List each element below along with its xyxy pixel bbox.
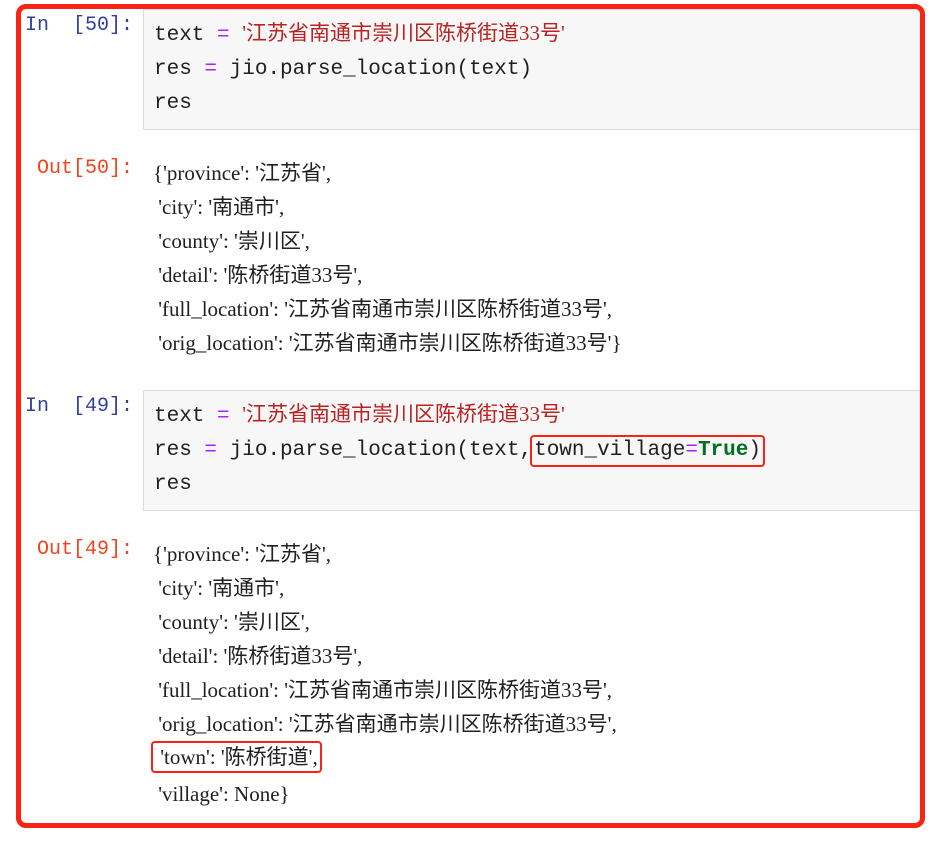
code-token: = — [217, 405, 243, 428]
code-token: jio.parse_location(text, — [229, 439, 533, 462]
code-token: ) — [748, 439, 761, 462]
notebook-cell-out-49: Out[49]: {'province': '江苏省', 'city': '南通… — [21, 533, 920, 815]
highlight-box-town-result: 'town': '陈桥街道', — [151, 741, 322, 773]
code-token: town_village — [534, 439, 686, 462]
prompt-out-50: Out[50]: — [36, 157, 133, 180]
code-line: res — [154, 468, 920, 502]
code-line: text = '江苏省南通市崇川区陈桥街道33号' — [154, 16, 920, 53]
code-token: res — [154, 473, 192, 496]
code-line: res — [154, 87, 920, 121]
notebook-annotation-frame: In [50]: text = '江苏省南通市崇川区陈桥街道33号' res =… — [16, 4, 925, 828]
code-token: res — [154, 58, 205, 81]
cell-spacer — [21, 130, 920, 152]
output-line: 'county': '崇川区', — [153, 610, 310, 634]
output-line: 'orig_location': '江苏省南通市崇川区陈桥街道33号'} — [153, 331, 622, 355]
output-line: 'orig_location': '江苏省南通市崇川区陈桥街道33号', — [153, 712, 617, 736]
code-token: = — [204, 439, 230, 462]
code-token: '江苏省南通市崇川区陈桥街道33号' — [242, 402, 565, 426]
prompt-in-49: In [49]: — [24, 395, 133, 418]
output-text-out-49: {'province': '江苏省', 'city': '南通市', 'coun… — [143, 533, 920, 815]
output-text-out-50: {'province': '江苏省', 'city': '南通市', 'coun… — [143, 152, 920, 364]
output-line: 'city': '南通市', — [153, 576, 285, 600]
cell-spacer — [21, 364, 920, 390]
code-token: res — [154, 439, 205, 462]
code-token: text — [154, 405, 218, 428]
notebook-cell-in-50[interactable]: In [50]: text = '江苏省南通市崇川区陈桥街道33号' res =… — [21, 9, 920, 130]
prompt-out-49: Out[49]: — [36, 538, 133, 561]
notebook-cell-in-49[interactable]: In [49]: text = '江苏省南通市崇川区陈桥街道33号' res =… — [21, 390, 920, 511]
code-token: jio.parse_location(text) — [229, 58, 533, 81]
code-line: res = jio.parse_location(text) — [154, 53, 920, 87]
output-line: 'detail': '陈桥街道33号', — [153, 644, 363, 668]
cell-spacer — [21, 511, 920, 533]
code-line: res = jio.parse_location(text,town_villa… — [154, 434, 920, 468]
output-line: 'village': None} — [153, 782, 290, 806]
output-line: 'city': '南通市', — [153, 195, 285, 219]
code-editor-in-50[interactable]: text = '江苏省南通市崇川区陈桥街道33号' res = jio.pars… — [143, 9, 920, 130]
notebook-cell-out-50: Out[50]: {'province': '江苏省', 'city': '南通… — [21, 152, 920, 364]
output-line: 'detail': '陈桥街道33号', — [153, 263, 363, 287]
output-line: 'county': '崇川区', — [153, 229, 310, 253]
output-line: {'province': '江苏省', — [153, 542, 332, 566]
code-token: = — [204, 58, 230, 81]
code-token: = — [685, 439, 698, 462]
output-line: {'province': '江苏省', — [153, 161, 332, 185]
code-token: True — [697, 439, 749, 462]
output-line: 'full_location': '江苏省南通市崇川区陈桥街道33号', — [153, 297, 613, 321]
code-token: res — [154, 92, 192, 115]
code-token: = — [217, 24, 243, 47]
output-line-highlighted: 'town': '陈桥街道', — [151, 741, 920, 777]
code-token: '江苏省南通市崇川区陈桥街道33号' — [242, 21, 565, 45]
prompt-in-50: In [50]: — [24, 14, 133, 37]
highlight-box-town-village-arg: town_village=True) — [530, 435, 765, 467]
code-line: text = '江苏省南通市崇川区陈桥街道33号' — [154, 397, 920, 434]
output-line: 'full_location': '江苏省南通市崇川区陈桥街道33号', — [153, 678, 613, 702]
code-editor-in-49[interactable]: text = '江苏省南通市崇川区陈桥街道33号' res = jio.pars… — [143, 390, 920, 511]
code-token: text — [154, 24, 218, 47]
